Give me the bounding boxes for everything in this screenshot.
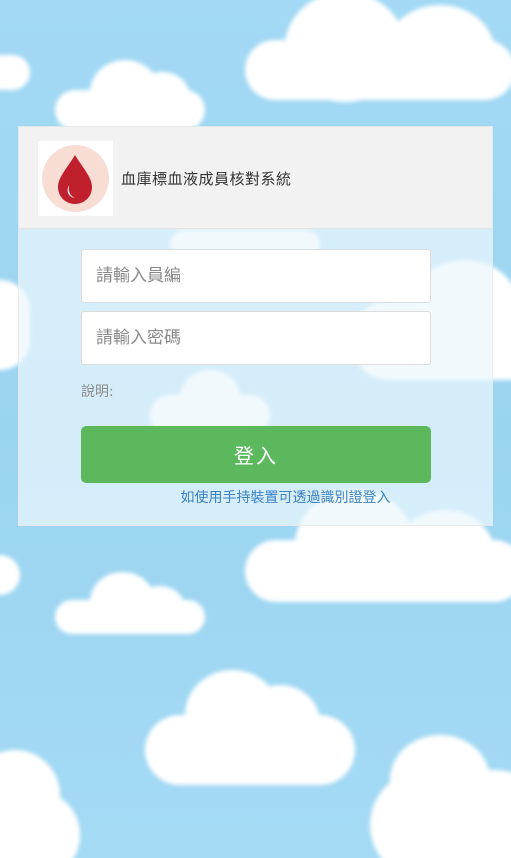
hint-label: 說明: <box>81 384 114 400</box>
login-button[interactable]: 登入 <box>81 426 431 483</box>
cloud <box>0 55 30 90</box>
cloud <box>55 60 205 130</box>
app-logo <box>38 141 113 216</box>
cloud <box>0 555 20 595</box>
blood-drop-icon <box>58 155 92 204</box>
cloud <box>55 572 205 634</box>
cloud <box>245 490 511 602</box>
app-title: 血庫標血液成員核對系統 <box>121 170 292 188</box>
login-card: 血庫標血液成員核對系統 說明: 登入 如使用手持裝置可透過識別證登入 <box>18 126 493 526</box>
username-input[interactable] <box>81 249 431 303</box>
badge-login-link[interactable]: 如使用手持裝置可透過識別證登入 <box>19 487 492 507</box>
cloud <box>145 670 355 785</box>
login-header: 血庫標血液成員核對系統 <box>19 127 492 229</box>
password-input[interactable] <box>81 311 431 365</box>
cloud <box>245 0 511 102</box>
cloud <box>370 735 511 858</box>
cloud <box>0 750 80 858</box>
